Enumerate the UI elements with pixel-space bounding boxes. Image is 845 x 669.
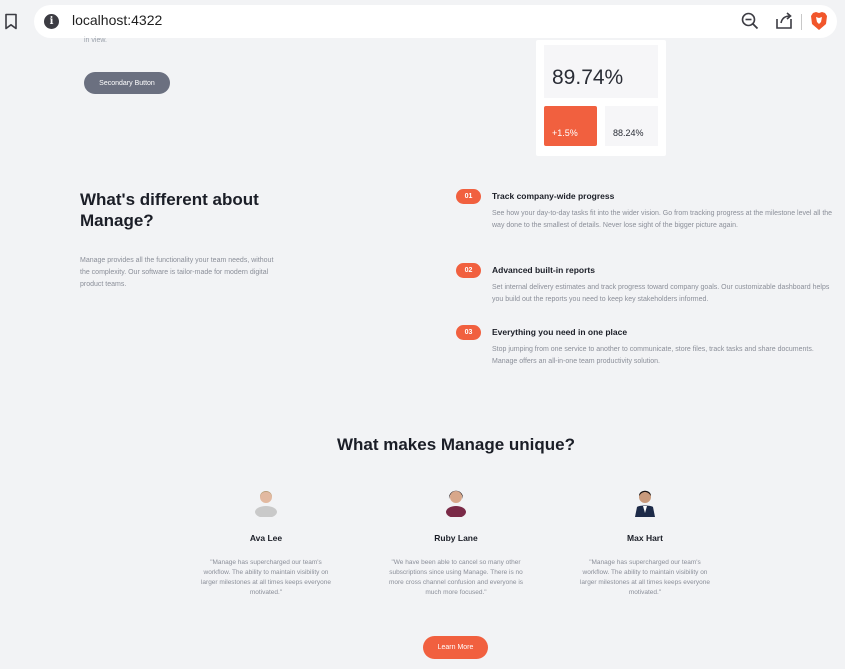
bookmark-icon[interactable] [4,13,18,30]
feature-number-badge: 03 [456,325,481,340]
feature-description: See how your day-to-day tasks fit into t… [492,210,833,229]
testimonial-name: Max Hart [627,533,663,543]
url-text[interactable]: localhost:4322 [72,12,162,28]
testimonial-name: Ava Lee [249,533,283,543]
brave-icon[interactable] [810,11,828,31]
feature-number-badge: 01 [456,189,481,204]
testimonial-quote: "We have been able to cancel so many oth… [388,559,524,596]
stat-change-value: +1.5% [552,128,578,138]
avatar [635,490,655,517]
feature-number-badge: 02 [456,263,481,278]
stat-change-tile: +1.5% [544,106,597,146]
stat-card: 89.74% +1.5% 88.24% [536,40,666,156]
stat-secondary-tile: 88.24% [605,106,658,146]
stat-secondary-value: 88.24% [613,128,644,138]
toolbar-divider [801,14,802,30]
testimonial-card: Ruby Lane "We have been able to cancel s… [376,485,536,598]
feature-description: Stop jumping from one service to another… [492,346,814,365]
different-section-description: Manage provides all the functionality yo… [80,257,274,288]
secondary-button[interactable]: Secondary Button [84,72,170,94]
unique-section-title: What makes Manage unique? [336,435,576,454]
testimonial-card: Max Hart "Manage has supercharged our te… [565,485,725,598]
testimonial-card: Ava Lee "Manage has supercharged our tea… [186,485,346,598]
zoom-out-icon[interactable] [741,12,759,30]
feature-description: Set internal delivery estimates and trac… [492,284,830,303]
browser-toolbar: i localhost:4322 [0,0,845,44]
testimonial-quote: "Manage has supercharged our team's work… [579,559,711,596]
testimonial-name: Ruby Lane [434,533,478,543]
feature-title: Track company-wide progress [492,191,615,201]
avatar [446,490,466,518]
share-icon[interactable] [775,11,793,30]
testimonial-quote: "Manage has supercharged our team's work… [200,559,332,596]
different-section-title: What's different about Manage? [80,190,259,230]
address-bar[interactable]: i localhost:4322 [34,5,837,38]
feature-title: Advanced built-in reports [492,265,595,275]
avatar [255,491,277,518]
info-icon[interactable]: i [44,14,59,29]
learn-more-button[interactable]: Learn More [423,636,488,659]
hero-text-fragment: in view. [84,37,107,44]
feature-title: Everything you need in one place [492,327,628,337]
stat-main-value: 89.74% [552,66,624,89]
